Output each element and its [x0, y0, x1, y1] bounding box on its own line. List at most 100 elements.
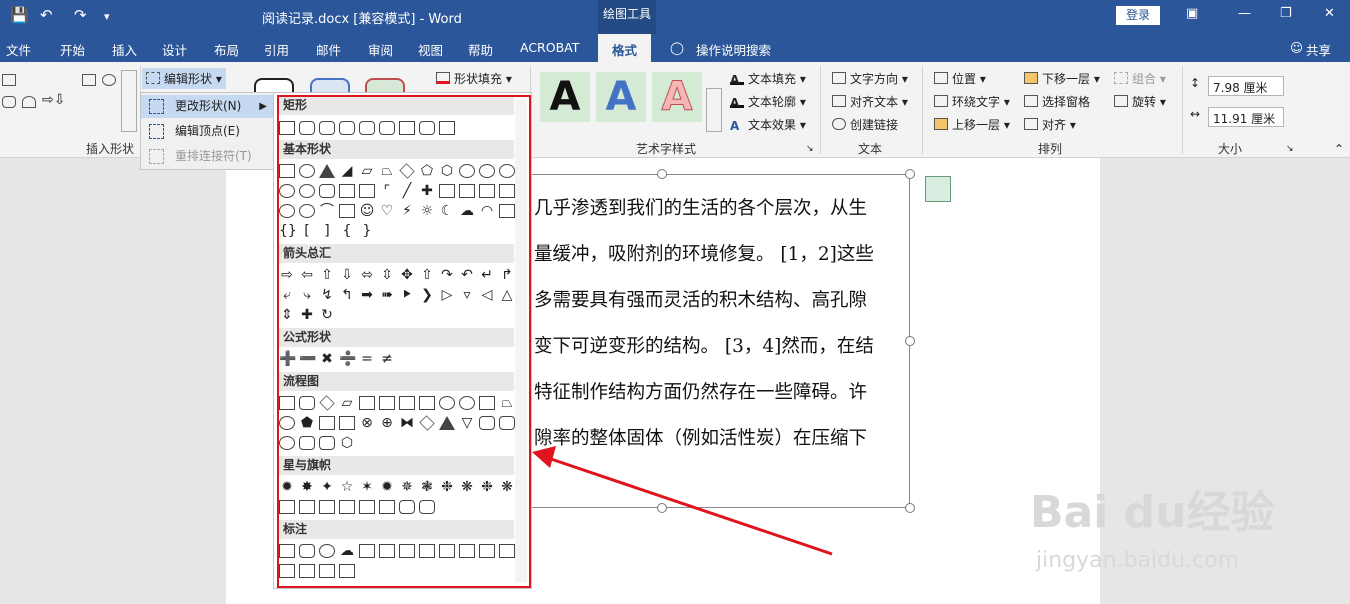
tab-acrobat[interactable]: ACROBAT — [520, 40, 579, 55]
selection-pane-button[interactable]: 选择窗格 — [1024, 93, 1090, 110]
selection-pane-label: 选择窗格 — [1042, 95, 1091, 109]
tab-layout[interactable]: 布局 — [214, 40, 239, 59]
watermark-logo: Bai du经验 — [1030, 487, 1275, 538]
lightbulb-icon: ◯ — [670, 40, 684, 55]
text-outline-label: 文本轮廓 — [748, 95, 797, 109]
create-link-button[interactable]: 创建链接 — [832, 116, 898, 133]
wrap-text-button[interactable]: 环绕文字 ▾ — [934, 93, 1010, 110]
group-label-text: 文本 — [858, 142, 883, 156]
highlight-annotation-box — [277, 95, 531, 588]
customize-qat-icon[interactable]: ▾ — [104, 10, 110, 23]
height-icon: ↕ — [1190, 76, 1201, 90]
shapes-mini-gallery[interactable]: ⇨⇩ — [2, 74, 122, 134]
text-effect-button[interactable]: A 文本效果 ▾ — [730, 116, 806, 133]
send-backward-label: 下移一层 — [1042, 72, 1091, 86]
restore-icon[interactable]: ❐ — [1280, 6, 1292, 21]
doc-text-line: 多需要具有强而灵活的积木结构、高孔隙 — [534, 290, 868, 311]
position-button[interactable]: 位置 ▾ — [934, 70, 986, 87]
send-backward-button[interactable]: 下移一层 ▾ — [1024, 70, 1100, 87]
tab-mailings[interactable]: 邮件 — [316, 40, 341, 59]
shape-height-input[interactable]: 7.98 厘米 — [1208, 76, 1284, 96]
tab-view[interactable]: 视图 — [418, 40, 443, 59]
wordart-style-black[interactable]: A — [540, 72, 590, 122]
minimize-icon[interactable]: — — [1238, 6, 1251, 21]
text-direction-button[interactable]: 文字方向 ▾ — [832, 70, 908, 87]
rect-shape-icon[interactable] — [82, 74, 96, 86]
align-button[interactable]: 对齐 ▾ — [1024, 116, 1076, 133]
share-icon[interactable]: ☺ — [1290, 40, 1303, 55]
group-label-wordart: 艺术字样式 — [636, 142, 697, 156]
rotate-icon — [1114, 95, 1128, 107]
align-icon — [1024, 118, 1038, 130]
resize-handle[interactable] — [905, 336, 915, 346]
paint-bucket-icon — [436, 72, 450, 84]
save-icon[interactable]: 💾 — [10, 6, 29, 24]
text-fill-label: 文本填充 — [748, 72, 797, 86]
tell-me-search[interactable]: 操作说明搜索 — [696, 40, 771, 59]
tab-format[interactable]: 格式 — [598, 34, 652, 62]
create-link-label: 创建链接 — [850, 118, 899, 132]
wordart-style-blue[interactable]: A — [596, 72, 646, 122]
tab-home[interactable]: 开始 — [60, 40, 85, 59]
triangle-shape-icon[interactable] — [22, 96, 36, 108]
text-effect-label: 文本效果 — [748, 118, 797, 132]
tab-insert[interactable]: 插入 — [112, 40, 137, 59]
textbox-shape-icon[interactable] — [2, 74, 16, 86]
doc-text-line: 特征制作结构方面仍然存在一些障碍。许 — [534, 382, 868, 403]
doc-text-line: 量缓冲，吸附剂的环境修复。 [1，2]这些 — [534, 244, 874, 265]
text-effect-icon: A — [730, 119, 740, 133]
edit-points-menu-item[interactable]: 编辑顶点(E) — [141, 120, 273, 143]
shapes-scroll-icon[interactable] — [121, 70, 137, 132]
rotate-button[interactable]: 旋转 ▾ — [1114, 93, 1166, 110]
ribbon-tabs: 文件 开始 插入 设计 布局 引用 邮件 审阅 视图 帮助 ACROBAT 格式… — [0, 34, 1350, 62]
text-fill-button[interactable]: A 文本填充 ▾ — [730, 70, 806, 87]
resize-handle[interactable] — [657, 503, 667, 513]
reroute-icon — [149, 149, 164, 164]
oval-shape-icon[interactable] — [102, 74, 116, 86]
group-separator — [1182, 66, 1183, 154]
text-outline-button[interactable]: A 文本轮廓 ▾ — [730, 93, 806, 110]
tab-file[interactable]: 文件 — [6, 40, 31, 59]
align-text-button[interactable]: 对齐文本 ▾ — [832, 93, 908, 110]
close-icon[interactable]: ✕ — [1324, 6, 1335, 21]
reroute-label: 重排连接符(T) — [175, 149, 252, 163]
group-label-insert-shapes: 插入形状 — [86, 142, 135, 156]
tab-design[interactable]: 设计 — [162, 40, 187, 59]
tab-references[interactable]: 引用 — [264, 40, 289, 59]
wrap-text-label: 环绕文字 — [952, 95, 1001, 109]
wordart-style-outline[interactable]: A — [652, 72, 702, 122]
rounded-rect-icon[interactable] — [2, 96, 16, 108]
bring-forward-button[interactable]: 上移一层 ▾ — [934, 116, 1010, 133]
share-button[interactable]: 共享 — [1306, 40, 1331, 59]
redo-icon[interactable]: ↷ — [74, 6, 87, 24]
resize-handle[interactable] — [657, 169, 667, 179]
bring-forward-label: 上移一层 — [952, 118, 1001, 132]
doc-text-line: 隙率的整体固体（例如活性炭）在压缩下 — [534, 428, 868, 449]
text-direction-label: 文字方向 — [850, 72, 899, 86]
shape-width-input[interactable]: 11.91 厘米 — [1208, 107, 1284, 127]
position-label: 位置 — [952, 72, 977, 86]
tab-help[interactable]: 帮助 — [468, 40, 493, 59]
resize-handle[interactable] — [905, 503, 915, 513]
edit-shape-button[interactable]: 编辑形状 ▾ — [142, 68, 226, 89]
group-button[interactable]: 组合 ▾ — [1114, 70, 1166, 87]
size-launcher-icon[interactable]: ↘ — [1286, 144, 1294, 154]
wordart-scroll-icon[interactable] — [706, 88, 722, 132]
tab-review[interactable]: 审阅 — [368, 40, 393, 59]
layout-options-icon[interactable] — [925, 176, 951, 202]
reroute-connectors-menu-item: 重排连接符(T) — [141, 145, 273, 168]
shape-fill-button[interactable]: 形状填充 ▾ — [436, 70, 512, 87]
wordart-launcher-icon[interactable]: ↘ — [806, 144, 814, 154]
edit-shape-icon — [146, 72, 160, 84]
arrow-shapes-icon[interactable]: ⇨⇩ — [42, 92, 65, 108]
login-button[interactable]: 登录 — [1116, 6, 1160, 25]
resize-handle[interactable] — [905, 169, 915, 179]
window-title: 阅读记录.docx [兼容模式] - Word — [262, 12, 462, 27]
shape-fill-label: 形状填充 — [454, 72, 503, 86]
watermark-url: jingyan.baidu.com — [1036, 548, 1240, 573]
edit-points-icon — [149, 124, 164, 139]
undo-icon[interactable]: ↶ — [40, 6, 53, 24]
change-shape-menu-item[interactable]: 更改形状(N) ▶ — [141, 95, 273, 118]
ribbon-display-icon[interactable]: ▣ — [1186, 6, 1198, 21]
collapse-ribbon-icon[interactable]: ⌃ — [1334, 142, 1344, 156]
